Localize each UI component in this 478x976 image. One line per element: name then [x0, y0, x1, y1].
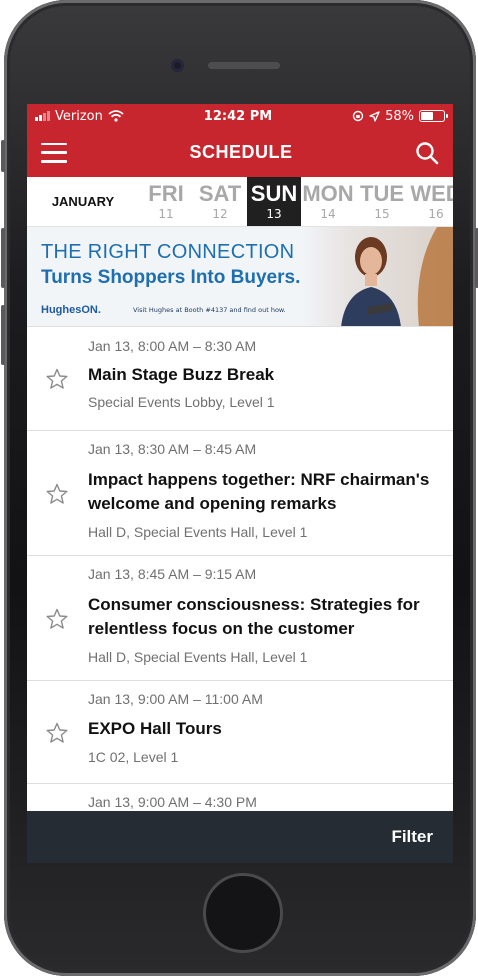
session-title: Main Stage Buzz Break — [88, 363, 439, 387]
session-room: 1C 02, Level 1 — [88, 749, 179, 765]
star-icon[interactable] — [45, 482, 69, 506]
day-tab[interactable]: WED16 — [409, 177, 453, 226]
sponsor-logo: HughesON. — [41, 304, 101, 316]
session-list: Jan 13, 8:00 AM – 8:30 AM Main Stage Buz… — [27, 327, 453, 824]
session-item[interactable]: Jan 13, 8:30 AM – 8:45 AM Impact happens… — [27, 431, 453, 556]
page-title: SCHEDULE — [189, 142, 293, 162]
session-title: Impact happens together: NRF chairman's … — [88, 468, 439, 516]
month-label: JANUARY — [51, 194, 115, 209]
battery-percent: 58% — [385, 108, 414, 124]
star-icon[interactable] — [45, 607, 69, 631]
day-name: TUE — [360, 180, 404, 206]
star-icon[interactable] — [45, 367, 69, 391]
session-time: Jan 13, 8:45 AM – 9:15 AM — [88, 566, 257, 582]
earpiece-speaker — [208, 62, 280, 69]
session-title: EXPO Hall Tours — [88, 717, 439, 741]
session-title-line: welcome and opening remarks — [88, 494, 337, 513]
front-camera — [171, 59, 184, 72]
day-tab[interactable]: MON 14 — [301, 177, 355, 226]
session-title-line: Main Stage Buzz Break — [88, 365, 275, 384]
status-bar: Verizon 12:42 PM 58% — [27, 104, 453, 128]
day-number: 15 — [374, 206, 390, 221]
session-time: Jan 13, 9:00 AM – 11:00 AM — [88, 691, 263, 707]
day-number: 13 — [266, 206, 282, 221]
session-title: Consumer consciousness: Strategies for r… — [88, 593, 439, 641]
filter-bar: Filter — [27, 811, 453, 863]
session-title-line: EXPO Hall Tours — [88, 719, 222, 738]
filter-button[interactable]: Filter — [391, 827, 433, 847]
session-time: Jan 13, 8:30 AM – 8:45 AM — [88, 441, 257, 457]
day-name: FRI — [148, 180, 184, 206]
signal-icon — [35, 111, 50, 121]
day-tab[interactable]: TUE 15 — [355, 177, 409, 226]
day-tab[interactable]: FRI 11 — [139, 177, 193, 226]
session-item[interactable]: Jan 13, 8:45 AM – 9:15 AM Consumer consc… — [27, 556, 453, 681]
day-name: SUN — [250, 180, 298, 206]
app-screen: Verizon 12:42 PM 58% SCHEDULE JANUARY FR… — [27, 104, 453, 863]
menu-icon[interactable] — [41, 142, 67, 163]
day-number: 16 — [428, 206, 444, 221]
orientation-lock-icon — [352, 110, 364, 122]
day-name: SAT — [198, 180, 242, 206]
session-title-line: Impact happens together: NRF chairman's — [88, 470, 430, 489]
session-item[interactable]: Jan 13, 8:00 AM – 8:30 AM Main Stage Buz… — [27, 327, 453, 431]
banner-booth-text: Visit Hughes at Booth #4137 and find out… — [133, 306, 286, 314]
session-title-line: relentless focus on the customer — [88, 619, 355, 638]
nav-bar: SCHEDULE — [27, 128, 453, 177]
volume-down-button — [1, 305, 5, 365]
battery-level — [420, 112, 433, 120]
session-title-line: Consumer consciousness: Strategies for — [88, 595, 420, 614]
session-room: Special Events Lobby, Level 1 — [88, 394, 275, 410]
volume-up-button — [1, 228, 5, 288]
sponsor-banner[interactable]: THE RIGHT CONNECTION Turns Shoppers Into… — [27, 227, 453, 327]
battery-icon — [418, 110, 448, 122]
location-icon — [369, 110, 380, 122]
search-icon[interactable] — [415, 141, 439, 165]
status-time: 12:42 PM — [203, 108, 273, 124]
day-name: WED — [410, 180, 453, 206]
silent-switch — [1, 140, 5, 172]
day-name: MON — [302, 180, 354, 206]
session-room: Hall D, Special Events Hall, Level 1 — [88, 524, 308, 540]
carrier-label: Verizon — [55, 108, 103, 124]
day-number: 14 — [320, 206, 336, 221]
session-time: Jan 13, 8:00 AM – 8:30 AM — [88, 338, 257, 354]
day-selector: JANUARY FRI 11 SAT 12 SUN 13 MON 14 TUE 15 WE… — [27, 177, 453, 227]
day-number: 11 — [158, 206, 174, 221]
banner-headline: THE RIGHT CONNECTION — [41, 241, 295, 263]
banner-subline: Turns Shoppers Into Buyers. — [41, 267, 301, 288]
session-room: Hall D, Special Events Hall, Level 1 — [88, 649, 308, 665]
star-icon[interactable] — [45, 721, 69, 745]
home-button[interactable] — [203, 873, 283, 953]
session-item[interactable]: Jan 13, 9:00 AM – 11:00 AM EXPO Hall Tou… — [27, 681, 453, 784]
wifi-icon — [108, 110, 124, 122]
day-tab-selected[interactable]: SUN 13 — [247, 177, 301, 226]
day-number: 12 — [212, 206, 228, 221]
session-time: Jan 13, 9:00 AM – 4:30 PM — [88, 794, 257, 810]
banner-shopper-image — [301, 227, 453, 326]
day-tab[interactable]: SAT 12 — [193, 177, 247, 226]
